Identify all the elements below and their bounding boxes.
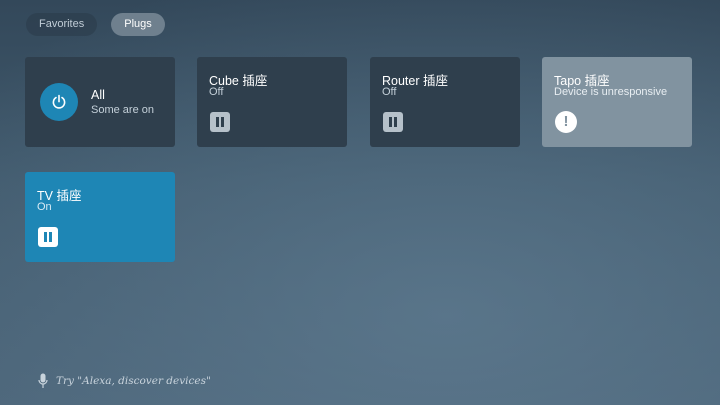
power-button[interactable] bbox=[40, 83, 78, 121]
microphone-icon bbox=[38, 373, 48, 388]
tile-status: Off bbox=[382, 86, 397, 98]
device-tile-tapo[interactable]: Tapo 插座 Device is unresponsive ! bbox=[542, 57, 692, 147]
voice-hint: Try "Alexa, discover devices" bbox=[38, 373, 211, 389]
all-plugs-tile[interactable]: All Some are on bbox=[25, 57, 175, 147]
device-tile-tv[interactable]: TV 插座 On bbox=[25, 172, 175, 262]
tab-bar: Favorites Plugs bbox=[26, 13, 165, 36]
plug-icon bbox=[383, 112, 403, 132]
tab-favorites[interactable]: Favorites bbox=[26, 13, 98, 36]
tile-status: Device is unresponsive bbox=[554, 86, 668, 98]
tile-status: Off bbox=[209, 86, 224, 98]
tile-status: On bbox=[37, 201, 52, 213]
warning-icon: ! bbox=[555, 111, 577, 133]
hint-text: Try "Alexa, discover devices" bbox=[56, 375, 211, 387]
plug-icon bbox=[38, 227, 58, 247]
tile-status: Some are on bbox=[91, 104, 154, 116]
device-tile-router[interactable]: Router 插座 Off bbox=[370, 57, 520, 147]
tab-plugs[interactable]: Plugs bbox=[111, 13, 165, 36]
power-icon bbox=[52, 94, 66, 109]
plug-icon bbox=[210, 112, 230, 132]
device-tile-cube[interactable]: Cube 插座 Off bbox=[197, 57, 347, 147]
tile-name: All bbox=[91, 88, 105, 102]
